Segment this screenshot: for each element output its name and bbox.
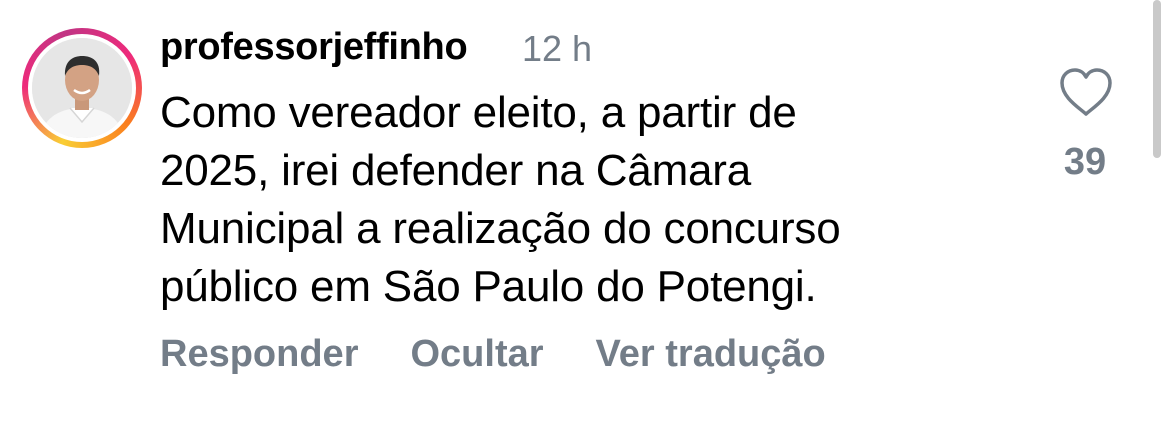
comment-text-line: 2025, irei defender na Câmara <box>160 146 752 195</box>
like-count: 39 <box>1063 141 1107 183</box>
comment-text: Como vereador eleito, a partir de 2025, … <box>160 84 1020 316</box>
story-ring[interactable] <box>22 28 142 148</box>
translate-button[interactable]: Ver tradução <box>596 333 826 376</box>
avatar[interactable] <box>32 38 132 138</box>
comment-username[interactable]: professorjeffinho <box>160 26 468 69</box>
reply-button[interactable]: Responder <box>160 333 358 376</box>
heart-outline-icon[interactable] <box>1058 66 1114 118</box>
comment-actions: Responder Ocultar Ver tradução <box>160 333 826 376</box>
comment-text-line: Como vereador eleito, a partir de <box>160 88 797 137</box>
hide-button[interactable]: Ocultar <box>410 333 543 376</box>
comment-timestamp: 12 h <box>522 28 593 69</box>
avatar-portrait-image <box>32 38 132 138</box>
comment-text-line: público em São Paulo do Potengi. <box>160 262 817 311</box>
comment-text-line: Municipal a realização do concurso <box>160 204 841 253</box>
scrollbar[interactable] <box>1153 0 1161 158</box>
